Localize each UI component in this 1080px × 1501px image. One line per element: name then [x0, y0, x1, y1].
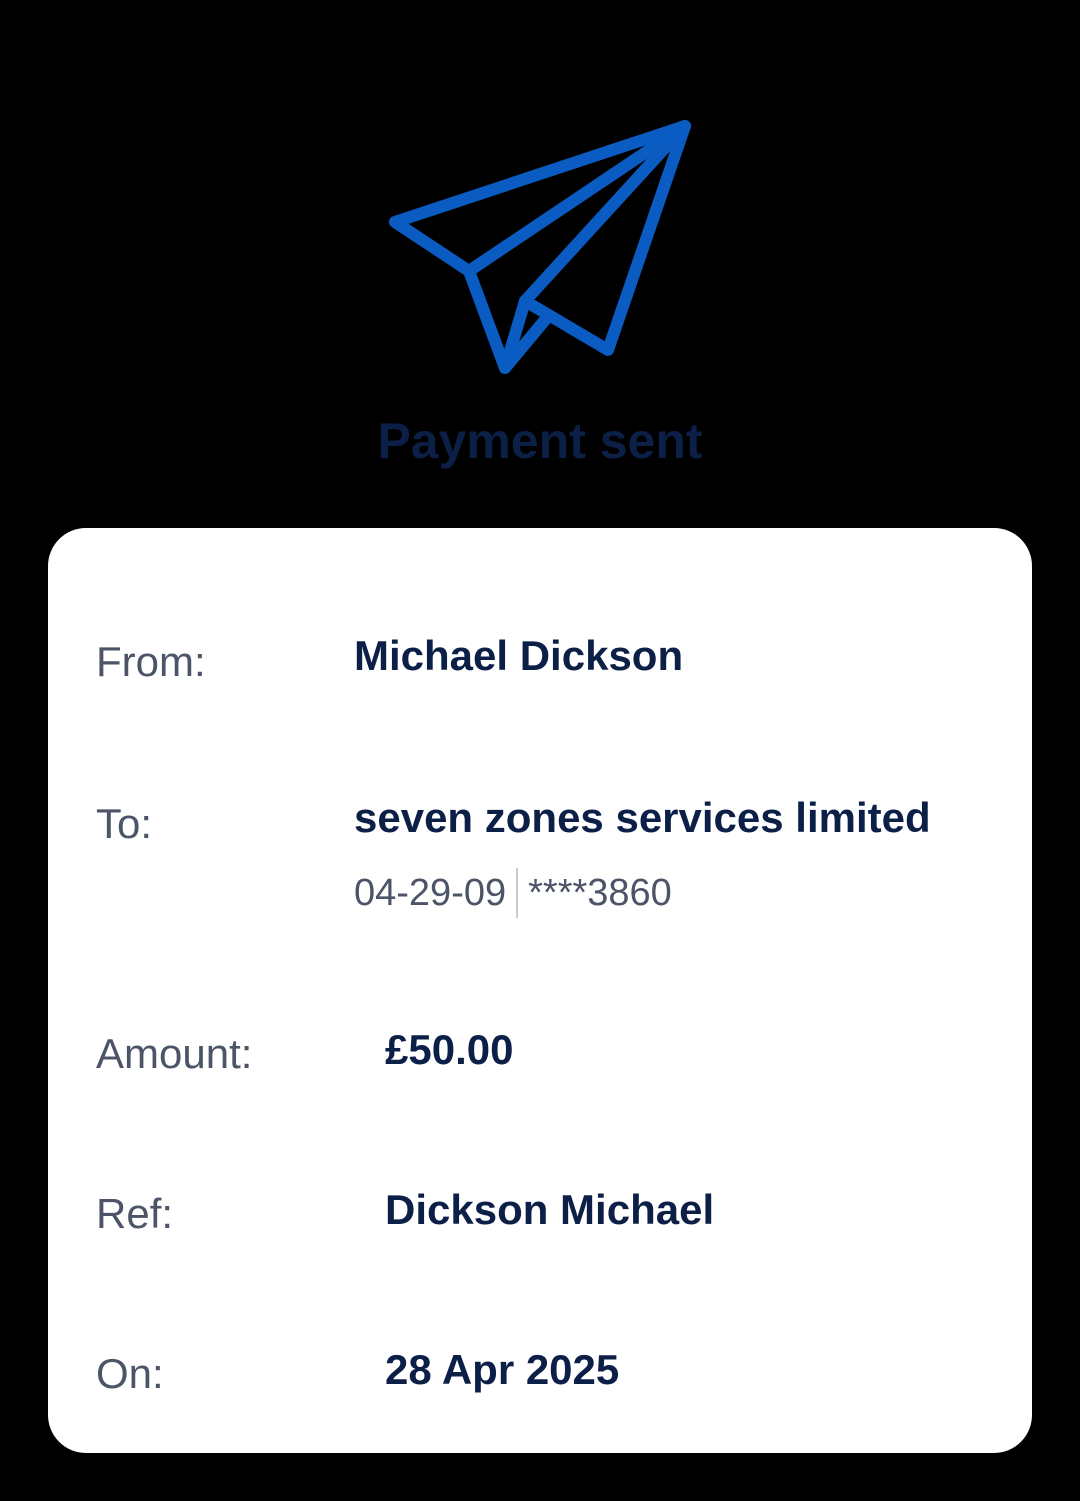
from-value: Michael Dickson: [354, 632, 684, 679]
on-label: On:: [96, 1350, 164, 1397]
from-label: From:: [96, 638, 206, 685]
paper-plane-icon: [389, 120, 691, 374]
amount-value: £50.00: [385, 1026, 514, 1073]
account-number: ****3860: [528, 871, 672, 914]
to-label: To:: [96, 800, 153, 847]
ref-value: Dickson Michael: [385, 1186, 715, 1233]
page-title: Payment sent: [377, 413, 703, 469]
account-details: 04-29-09 ****3860: [354, 868, 672, 918]
to-value: seven zones services limited: [354, 794, 931, 841]
on-value: 28 Apr 2025: [385, 1346, 620, 1393]
sort-code: 04-29-09: [354, 871, 507, 914]
divider: [516, 868, 519, 918]
amount-label: Amount:: [96, 1030, 253, 1077]
payment-details-card: From: Michael Dickson To: seven zones se…: [48, 528, 1032, 1453]
ref-label: Ref:: [96, 1190, 174, 1237]
